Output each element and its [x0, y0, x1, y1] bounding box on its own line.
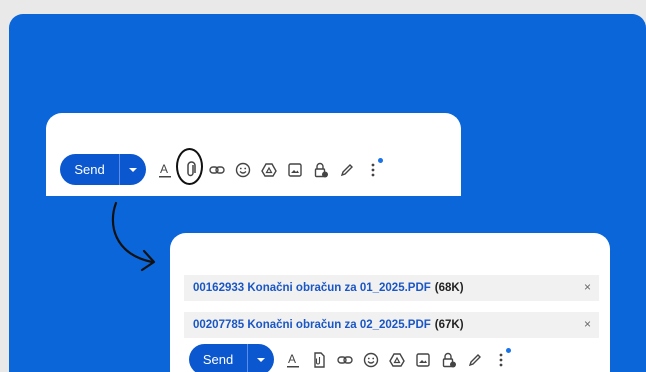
confidential-icon[interactable]	[308, 157, 334, 183]
caret-down-icon	[129, 167, 137, 172]
send-options-button[interactable]	[119, 154, 146, 185]
link-icon[interactable]	[204, 157, 230, 183]
photo-icon[interactable]	[410, 347, 436, 372]
attachment-chip[interactable]: 00207785 Konačni obračun za 02_2025.PDF …	[184, 312, 599, 338]
formatting-icon[interactable]: A	[152, 157, 178, 183]
remove-attachment-icon[interactable]: ×	[584, 280, 591, 294]
compose-with-attachments: 00162933 Konačni obračun za 01_2025.PDF …	[170, 233, 610, 372]
more-options-icon[interactable]	[360, 157, 386, 183]
signature-icon[interactable]	[462, 347, 488, 372]
compose-toolbar: Send A	[60, 154, 386, 185]
illustration-stage: Send A 00162933 Konačni obračun za 01_20…	[9, 14, 646, 372]
drive-icon[interactable]	[384, 347, 410, 372]
photo-icon[interactable]	[282, 157, 308, 183]
send-button-group: Send	[189, 344, 274, 372]
svg-text:A: A	[160, 162, 168, 176]
attachment-name[interactable]: 00162933 Konačni obračun za 01_2025.PDF	[193, 282, 431, 294]
send-options-button[interactable]	[247, 344, 274, 372]
svg-text:A: A	[288, 352, 296, 366]
remove-attachment-icon[interactable]: ×	[584, 317, 591, 331]
emoji-icon[interactable]	[230, 157, 256, 183]
link-icon[interactable]	[332, 347, 358, 372]
drive-icon[interactable]	[256, 157, 282, 183]
more-options-icon[interactable]	[488, 347, 514, 372]
attachment-chip[interactable]: 00162933 Konačni obračun za 01_2025.PDF …	[184, 275, 599, 301]
attach-icon[interactable]	[178, 157, 204, 183]
emoji-icon[interactable]	[358, 347, 384, 372]
formatting-icon[interactable]: A	[280, 347, 306, 372]
confidential-icon[interactable]	[436, 347, 462, 372]
send-button-group: Send	[60, 154, 146, 185]
attachment-size: (67K)	[434, 319, 464, 331]
attachment-size: (68K)	[434, 282, 464, 294]
compose-toolbar: Send A	[189, 344, 514, 372]
compose-toolbar-before: Send A	[46, 113, 461, 196]
send-button[interactable]: Send	[60, 154, 119, 185]
notification-dot-icon	[378, 157, 383, 163]
caret-down-icon	[257, 357, 265, 362]
attachment-name[interactable]: 00207785 Konačni obračun za 02_2025.PDF	[193, 319, 431, 331]
signature-icon[interactable]	[334, 157, 360, 183]
curved-arrow-icon	[111, 201, 156, 272]
send-button[interactable]: Send	[189, 344, 247, 372]
attach-file-icon[interactable]	[306, 347, 332, 372]
notification-dot-icon	[506, 347, 511, 353]
